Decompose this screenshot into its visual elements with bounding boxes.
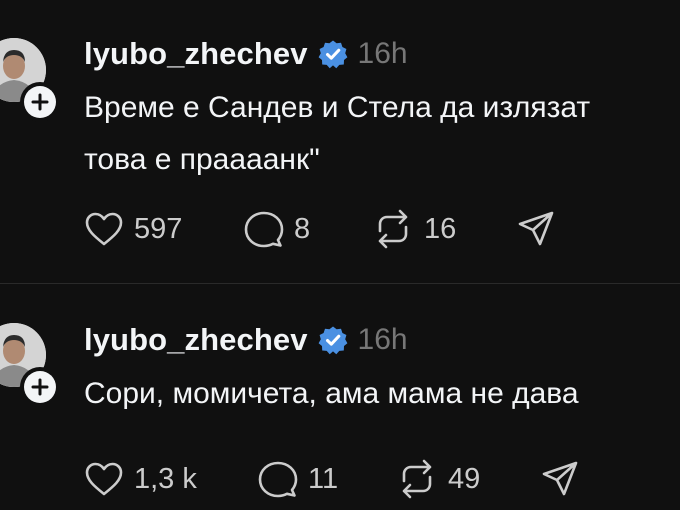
post-text-line: Сори, момичета, ама мама не дава [84, 377, 579, 410]
avatar-container[interactable] [0, 38, 60, 122]
repost-button[interactable]: 49 [396, 459, 480, 499]
username[interactable]: lyubo_zhechev [84, 322, 308, 358]
like-button[interactable]: 597 [84, 209, 182, 249]
post-header: lyubo_zhechev 16h [84, 320, 408, 360]
verified-icon [318, 326, 347, 355]
share-button[interactable] [516, 209, 556, 249]
post-text-line: това е праааанк" [84, 143, 320, 176]
reply-count: 8 [294, 212, 311, 245]
plus-icon [31, 93, 49, 111]
post-time: 16h [357, 323, 408, 356]
post-text: Време е Сандев и Стела да излязат това е… [84, 82, 590, 186]
follow-button[interactable] [20, 82, 60, 122]
post-time: 16h [357, 37, 408, 70]
plus-icon [31, 378, 49, 396]
post-actions: 597 8 16 [84, 209, 680, 249]
avatar-container[interactable] [0, 323, 60, 407]
comment-icon [258, 461, 298, 498]
repost-count: 16 [424, 212, 457, 245]
share-icon [518, 211, 554, 246]
like-button[interactable]: 1,3 k [84, 459, 197, 499]
reply-button[interactable]: 11 [258, 459, 338, 499]
reply-button[interactable]: 8 [244, 209, 310, 249]
repost-icon [402, 459, 432, 499]
share-icon [542, 461, 578, 496]
post-header: lyubo_zhechev 16h [84, 34, 408, 74]
repost-button[interactable]: 16 [372, 209, 456, 249]
thread-post: lyubo_zhechev 16h Време е Сандев и Стела… [0, 0, 680, 284]
repost-icon [378, 209, 408, 249]
thread-post: lyubo_zhechev 16h Сори, момичета, ама ма… [0, 284, 680, 510]
username[interactable]: lyubo_zhechev [84, 36, 308, 72]
comment-icon [244, 211, 284, 248]
like-count: 1,3 k [134, 462, 197, 495]
verified-icon [318, 40, 347, 69]
post-text-line: Време е Сандев и Стела да излязат [84, 91, 591, 124]
heart-icon [85, 462, 123, 496]
repost-count: 49 [448, 462, 481, 495]
follow-button[interactable] [20, 367, 60, 407]
post-actions: 1,3 k 11 49 [84, 459, 680, 499]
like-count: 597 [134, 212, 183, 245]
post-text: Сори, момичета, ама мама не дава [84, 368, 579, 420]
share-button[interactable] [540, 459, 580, 499]
reply-count: 11 [308, 462, 339, 495]
heart-icon [85, 212, 123, 246]
